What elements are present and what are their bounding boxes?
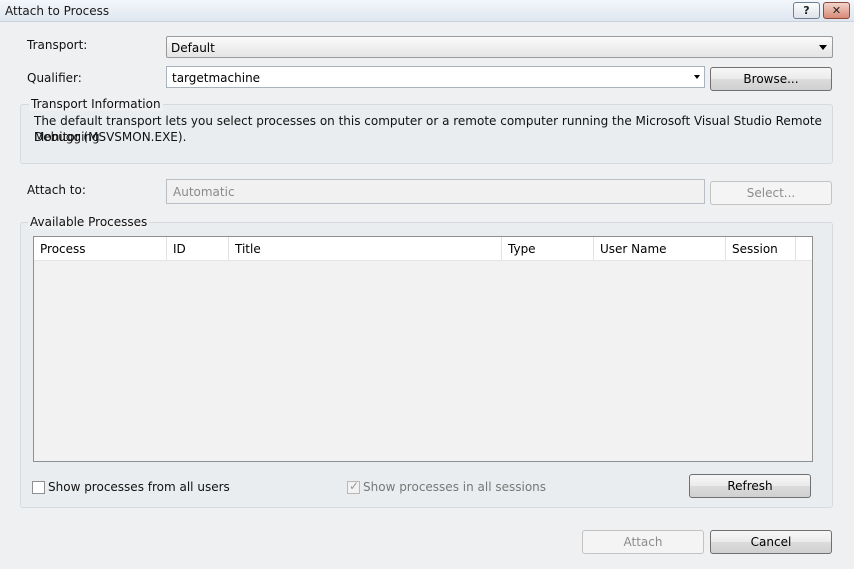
available-processes-label: Available Processes — [28, 215, 150, 229]
all-users-label[interactable]: Show processes from all users — [48, 480, 230, 494]
select-button: Select... — [710, 181, 832, 205]
transport-value: Default — [171, 41, 215, 55]
qualifier-label: Qualifier: — [27, 71, 82, 85]
all-sessions-checkbox: ✓ — [347, 479, 360, 494]
window-title: Attach to Process — [5, 4, 110, 18]
transport-label: Transport: — [27, 38, 88, 52]
qualifier-value: targetmachine — [172, 71, 261, 85]
chevron-down-icon — [819, 45, 827, 50]
process-list[interactable]: Process ID Title Type User Name Session — [33, 236, 813, 462]
checkmark-icon: ✓ — [349, 479, 360, 493]
title-bar: Attach to Process ? ✕ — [0, 0, 854, 22]
column-type[interactable]: Type — [502, 237, 594, 260]
transport-info-line2: Monitor (MSVSMON.EXE). — [34, 130, 187, 144]
close-button[interactable]: ✕ — [823, 2, 850, 19]
all-sessions-label: Show processes in all sessions — [363, 480, 547, 494]
attach-to-value: Automatic — [173, 185, 235, 199]
process-list-header: Process ID Title Type User Name Session — [34, 237, 812, 261]
column-user-name[interactable]: User Name — [594, 237, 726, 260]
attach-button: Attach — [582, 530, 704, 554]
column-process[interactable]: Process — [34, 237, 167, 260]
column-id[interactable]: ID — [167, 237, 229, 260]
attach-to-field: Automatic — [166, 179, 705, 204]
qualifier-input[interactable]: targetmachine — [166, 66, 705, 88]
attach-to-label: Attach to: — [27, 183, 86, 197]
cancel-button[interactable]: Cancel — [710, 530, 832, 554]
column-session[interactable]: Session — [726, 237, 796, 260]
refresh-button[interactable]: Refresh — [689, 474, 811, 498]
browse-button[interactable]: Browse... — [710, 67, 832, 91]
all-users-checkbox[interactable] — [32, 481, 45, 494]
column-title[interactable]: Title — [229, 237, 502, 260]
chevron-down-icon[interactable] — [694, 75, 700, 79]
transport-dropdown[interactable]: Default — [166, 36, 833, 58]
help-button[interactable]: ? — [793, 2, 820, 19]
transport-info-label: Transport Information — [29, 97, 163, 111]
